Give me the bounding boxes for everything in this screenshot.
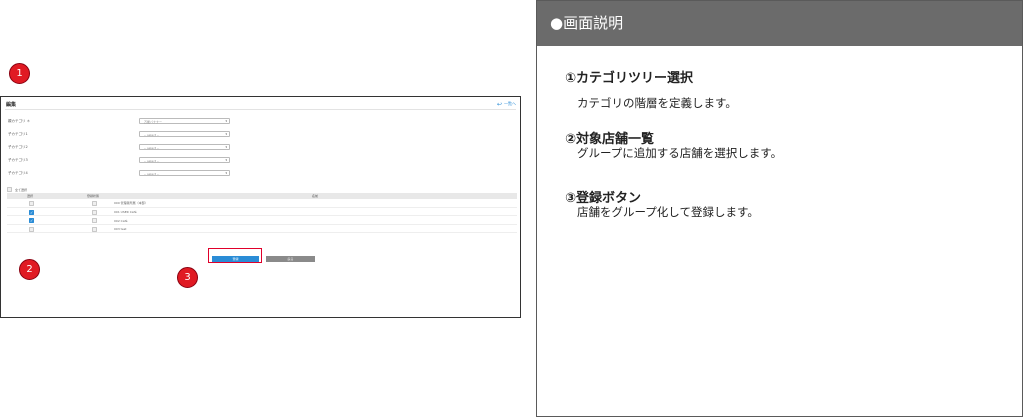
item-desc-2: グループに追加する店舗を選択します。: [577, 146, 783, 160]
category-label: 子カテゴリ3: [8, 158, 28, 162]
category-select-value: -- select --: [144, 171, 160, 176]
store-name: 001 USER Café: [114, 209, 137, 214]
category-select-value: 万能バナナー: [144, 119, 163, 124]
row-select-checkbox[interactable]: [29, 201, 34, 206]
row-select-checkbox[interactable]: [29, 226, 34, 232]
column-header-name: 名前: [312, 193, 319, 198]
header-divider: [5, 109, 516, 110]
page-title: 編集: [6, 102, 17, 108]
back-to-list-label: 一覧へ: [504, 101, 516, 106]
panel-header: ●画面説明: [537, 1, 1022, 46]
marker-3: 3: [177, 267, 198, 288]
chevron-down-icon: ▾: [225, 171, 227, 176]
item-title-1: ①カテゴリツリー選択: [565, 71, 694, 86]
chevron-down-icon: ▾: [225, 145, 227, 150]
select-all-label: 全て選択: [15, 187, 28, 192]
store-name: 002 Café: [114, 218, 128, 223]
category-select-value: -- select --: [144, 132, 160, 137]
category-label: 子カテゴリ4: [8, 171, 28, 175]
category-field-parent: 親カテゴリ ＊ 万能バナナー ▾: [8, 118, 230, 126]
select-all-checkbox[interactable]: [7, 187, 12, 192]
category-select[interactable]: 万能バナナー ▾: [139, 118, 230, 124]
row-status-checkbox: [92, 226, 97, 232]
item-desc-1: カテゴリの階層を定義します。: [577, 96, 737, 110]
back-arrow-icon: ↩: [496, 100, 502, 108]
category-label: 子カテゴリ2: [8, 145, 28, 149]
category-select[interactable]: -- select -- ▾: [139, 131, 230, 137]
chevron-down-icon: ▾: [225, 132, 227, 137]
row-select-checkbox[interactable]: ✓: [29, 218, 34, 224]
row-status-checkbox: [92, 201, 97, 206]
back-button[interactable]: 戻る: [266, 256, 315, 262]
table-row[interactable]: 000 管理者所属（本部）: [7, 199, 517, 208]
category-label: 子カテゴリ1: [8, 132, 28, 136]
marker-1: 1: [9, 63, 30, 84]
chevron-down-icon: ▾: [225, 119, 227, 124]
store-name: 000 管理者所属（本部）: [114, 201, 148, 206]
row-select-checkbox[interactable]: ✓: [29, 209, 34, 215]
register-button[interactable]: 登録: [212, 256, 259, 262]
row-status-checkbox: [92, 209, 97, 215]
select-all[interactable]: 全て選択: [7, 187, 27, 192]
table-row[interactable]: ✓ 002 Café: [7, 216, 517, 225]
row-status-checkbox: [92, 218, 97, 224]
explanation-panel: ●画面説明 ①カテゴリツリー選択 カテゴリの階層を定義します。 ②対象店舗一覧 …: [536, 0, 1023, 417]
table-row[interactable]: ✓ 001 USER Café: [7, 208, 517, 217]
store-name: 003 test: [114, 227, 127, 232]
category-select[interactable]: -- select -- ▾: [139, 144, 230, 150]
chevron-down-icon: ▾: [225, 158, 227, 163]
screenshot-frame: 編集 ↩ 一覧へ 親カテゴリ ＊ 万能バナナー ▾ 子カテゴリ1 -- sele…: [0, 96, 521, 318]
back-to-list-link[interactable]: ↩ 一覧へ: [497, 101, 516, 107]
category-select-value: -- select --: [144, 145, 160, 150]
category-field-child1: 子カテゴリ1 -- select -- ▾: [8, 131, 230, 139]
store-table: 選択 登録状態 名前 000 管理者所属（本部） ✓ 001 USER Café…: [7, 193, 517, 234]
item-desc-3: 店舗をグループ化して登録します。: [577, 205, 759, 219]
category-field-child2: 子カテゴリ2 -- select -- ▾: [8, 144, 230, 152]
column-header-status: 登録状態: [87, 193, 100, 198]
marker-2: 2: [19, 259, 40, 280]
category-label: 親カテゴリ ＊: [8, 119, 31, 123]
category-select[interactable]: -- select -- ▾: [139, 157, 230, 163]
category-select-value: -- select --: [144, 158, 160, 163]
column-header-select: 選択: [27, 193, 34, 198]
category-field-child3: 子カテゴリ3 -- select -- ▾: [8, 157, 230, 165]
category-field-child4: 子カテゴリ4 -- select -- ▾: [8, 170, 230, 178]
category-select[interactable]: -- select -- ▾: [139, 170, 230, 176]
table-row[interactable]: 003 test: [7, 225, 517, 234]
